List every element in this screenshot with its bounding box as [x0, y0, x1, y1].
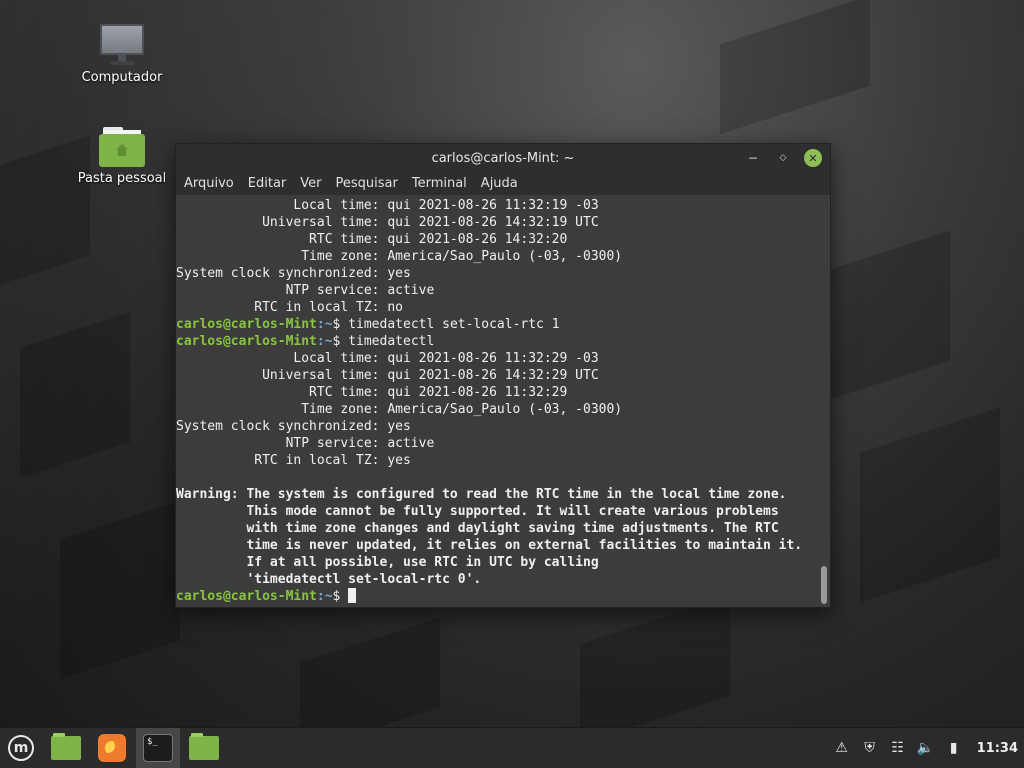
terminal-line: 'timedatectl set-local-rtc 0'.	[176, 572, 482, 587]
terminal-launcher[interactable]: $_	[136, 728, 180, 768]
terminal-line: This mode cannot be fully supported. It …	[176, 504, 779, 519]
folder-window-icon	[189, 733, 219, 760]
computer-icon	[100, 24, 144, 66]
mint-logo-icon: m	[8, 735, 34, 761]
command-text: timedatectl	[348, 334, 435, 349]
firefox-launcher-icon	[98, 734, 126, 762]
system-tray: ⚠ ⛨ ☷ 🔈 ▮ 11:34	[833, 739, 1024, 757]
prompt-symbol: $	[332, 334, 349, 349]
terminal-line: RTC time: qui 2021-08-26 11:32:29	[176, 385, 568, 400]
close-button[interactable]: ✕	[804, 149, 822, 167]
prompt-path: :~	[316, 334, 333, 349]
terminal-line: RTC time: qui 2021-08-26 14:32:20	[176, 232, 568, 247]
command-text: timedatectl set-local-rtc 1	[348, 317, 560, 332]
desktop-icon-computer[interactable]: Computador	[74, 24, 170, 85]
menu-ajuda[interactable]: Ajuda	[481, 176, 526, 191]
terminal-line: Local time: qui 2021-08-26 11:32:19 -03	[176, 198, 599, 213]
terminal-line: If at all possible, use RTC in UTC by ca…	[176, 555, 599, 570]
terminal-launcher-icon: $_	[143, 734, 173, 762]
desktop-icon-label: Pasta pessoal	[77, 171, 167, 186]
maximize-button[interactable]: ◇	[774, 149, 792, 167]
window-title: carlos@carlos-Mint: ~	[431, 150, 575, 166]
menu-terminal[interactable]: Terminal	[412, 176, 475, 191]
prompt-user: carlos@carlos-Mint	[176, 589, 317, 604]
terminal-cursor	[348, 588, 357, 603]
prompt-path: :~	[316, 589, 333, 604]
volume-icon[interactable]: 🔈	[917, 739, 935, 757]
terminal-line: time is never updated, it relies on exte…	[176, 538, 803, 553]
terminal-line: with time zone changes and daylight savi…	[176, 521, 779, 536]
minimize-icon: −	[747, 151, 759, 165]
terminal-line: System clock synchronized: yes	[176, 266, 411, 281]
terminal-line: Time zone: America/Sao_Paulo (-03, -0300…	[176, 402, 623, 417]
terminal-line: Universal time: qui 2021-08-26 14:32:19 …	[176, 215, 599, 230]
folder-window-launcher[interactable]	[182, 728, 226, 768]
prompt-path: :~	[316, 317, 333, 332]
firefox-launcher[interactable]	[90, 728, 134, 768]
terminal-prompt-line: carlos@carlos-Mint:~$	[176, 588, 830, 605]
start-menu-button[interactable]: m	[0, 728, 42, 768]
files-launcher[interactable]	[44, 728, 88, 768]
shield-icon[interactable]: ⛨	[861, 739, 879, 757]
terminal-line: RTC in local TZ: no	[176, 300, 403, 315]
prompt-symbol: $	[332, 589, 349, 604]
notification-icon[interactable]: ⚠	[833, 739, 851, 757]
menu-ver[interactable]: Ver	[300, 176, 329, 191]
terminal-line: RTC in local TZ: yes	[176, 453, 411, 468]
terminal-output[interactable]: Local time: qui 2021-08-26 11:32:19 -03 …	[176, 197, 830, 607]
terminal-line: NTP service: active	[176, 436, 435, 451]
battery-icon[interactable]: ▮	[945, 739, 963, 757]
desktop-icon-label: Computador	[81, 70, 163, 85]
clock[interactable]: 11:34	[977, 741, 1018, 756]
maximize-icon: ◇	[779, 153, 787, 163]
terminal-line: Warning: The system is configured to rea…	[176, 487, 787, 502]
menu-pesquisar[interactable]: Pesquisar	[336, 176, 406, 191]
prompt-symbol: $	[332, 317, 349, 332]
terminal-line: Time zone: America/Sao_Paulo (-03, -0300…	[176, 249, 623, 264]
terminal-window[interactable]: carlos@carlos-Mint: ~ − ◇ ✕ Arquivo Edit…	[175, 143, 831, 608]
terminal-prompt-line: carlos@carlos-Mint:~$ timedatectl set-lo…	[176, 316, 830, 333]
terminal-line: NTP service: active	[176, 283, 435, 298]
menu-arquivo[interactable]: Arquivo	[184, 176, 242, 191]
terminal-line: Local time: qui 2021-08-26 11:32:29 -03	[176, 351, 599, 366]
desktop-icon-home-folder[interactable]: Pasta pessoal	[74, 127, 170, 186]
terminal-line: Universal time: qui 2021-08-26 14:32:29 …	[176, 368, 599, 383]
minimize-button[interactable]: −	[744, 149, 762, 167]
terminal-scrollbar[interactable]	[821, 200, 827, 604]
terminal-prompt-line: carlos@carlos-Mint:~$ timedatectl	[176, 333, 830, 350]
menu-editar[interactable]: Editar	[248, 176, 295, 191]
window-titlebar[interactable]: carlos@carlos-Mint: ~ − ◇ ✕	[176, 144, 830, 172]
files-launcher-icon	[51, 733, 81, 760]
prompt-user: carlos@carlos-Mint	[176, 334, 317, 349]
terminal-line: System clock synchronized: yes	[176, 419, 411, 434]
taskbar: m $_ ⚠ ⛨ ☷ 🔈 ▮ 11:34	[0, 727, 1024, 768]
prompt-user: carlos@carlos-Mint	[176, 317, 317, 332]
network-icon[interactable]: ☷	[889, 739, 907, 757]
close-icon: ✕	[808, 151, 818, 165]
home-folder-icon	[99, 127, 145, 167]
menubar: Arquivo Editar Ver Pesquisar Terminal Aj…	[176, 172, 830, 195]
scrollbar-thumb[interactable]	[821, 566, 827, 604]
